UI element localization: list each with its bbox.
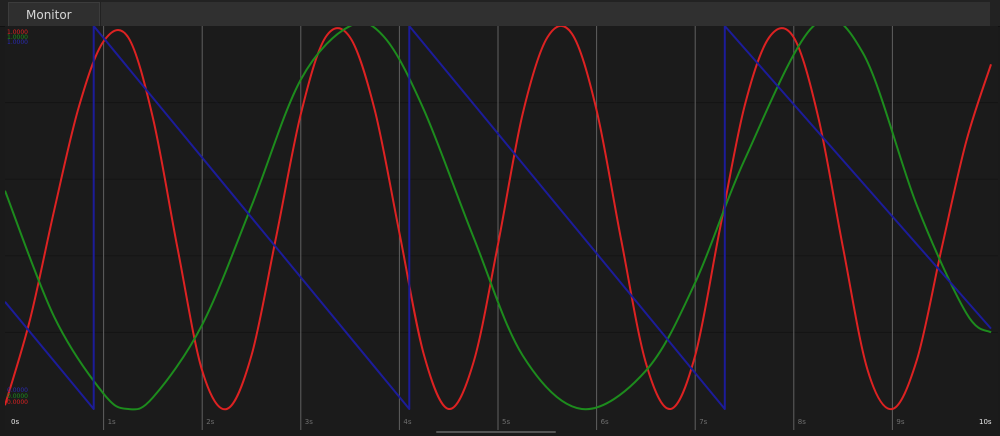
x-tick-label: 5s bbox=[502, 418, 510, 426]
x-tick-label: 3s bbox=[305, 418, 313, 426]
tab-bar: Monitor bbox=[0, 0, 1000, 27]
x-tick-label: 10s bbox=[979, 418, 992, 426]
x-tick-label: 0s bbox=[11, 418, 19, 426]
x-tick-label: 4s bbox=[403, 418, 411, 426]
legend-min-value: 0.0000 bbox=[7, 399, 28, 406]
resize-handle[interactable] bbox=[436, 431, 556, 433]
legend-max-value: 1.0000 bbox=[7, 39, 28, 46]
tab-monitor[interactable]: Monitor bbox=[8, 2, 100, 26]
x-tick-label: 7s bbox=[699, 418, 707, 426]
x-tick-label: 1s bbox=[108, 418, 116, 426]
x-tick-label: 2s bbox=[206, 418, 214, 426]
x-tick-label: 9s bbox=[896, 418, 904, 426]
tab-bar-empty-area bbox=[101, 2, 990, 26]
monitor-chart: 0s 1s 2s 3s 4s 5s 6s 7s 8s 9s 10s 1.00001.00001.00… bbox=[5, 26, 998, 430]
x-tick-label: 8s bbox=[798, 418, 806, 426]
x-tick-label: 6s bbox=[601, 418, 609, 426]
